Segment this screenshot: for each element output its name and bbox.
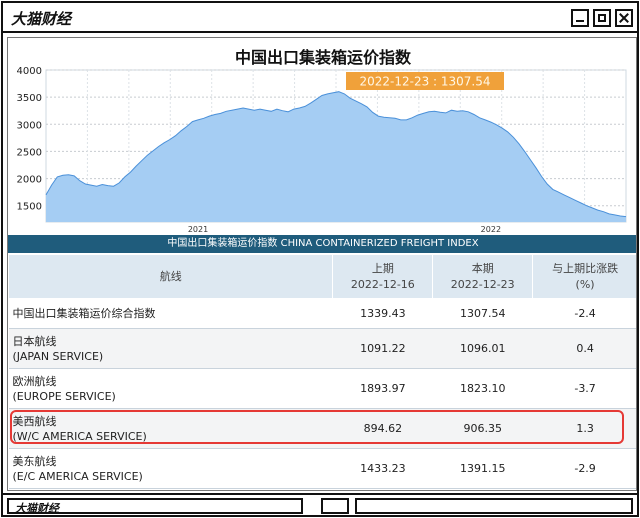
route-name-en: (JAPAN SERVICE) <box>12 349 104 363</box>
footer-bar: 大猫财经 <box>3 493 637 515</box>
freight-index-table: 航线 上期 2022-12-16 本期 2022-12-23 与上期比涨跌 (%… <box>8 254 636 489</box>
route-name-cn: 日本航线 <box>12 334 57 348</box>
prev-value: 1091.22 <box>332 328 433 369</box>
footer-box-right <box>355 498 633 514</box>
header-change-unit: (%) <box>575 277 595 291</box>
header-prev-date: 2022-12-16 <box>350 277 415 291</box>
curr-value: 1823.10 <box>432 368 533 409</box>
change-value: -2.4 <box>532 298 636 329</box>
y-tick-label: 2000 <box>17 175 42 186</box>
maximize-icon[interactable] <box>593 9 611 27</box>
window-frame: 大猫财经 中国出口集装箱运价指数 4000 3500 3000 2500 2000 150… <box>1 1 639 517</box>
footer-box-middle <box>321 498 349 514</box>
tooltip-text: 2022-12-23 : 1307.54 <box>359 75 490 89</box>
route-name-cn: 中国出口集装箱运价综合指数 <box>12 307 156 320</box>
table-header-row: 航线 上期 2022-12-16 本期 2022-12-23 与上期比涨跌 (%… <box>8 254 636 299</box>
curr-value: 1391.15 <box>432 448 533 489</box>
header-prev: 上期 2022-12-16 <box>332 254 434 299</box>
prev-value: 1339.43 <box>332 298 433 329</box>
table-row: 美东航线 (E/C AMERICA SERVICE) 1433.23 1391.… <box>8 448 636 489</box>
route-name-cn: 美西航线 <box>12 414 57 428</box>
curr-value: 1096.01 <box>432 328 533 369</box>
header-curr: 本期 2022-12-23 <box>432 254 534 299</box>
route-name: 中国出口集装箱运价综合指数 <box>8 298 333 329</box>
route-name-en: (E/C AMERICA SERVICE) <box>12 469 143 483</box>
route-name: 欧洲航线 (EUROPE SERVICE) <box>8 368 333 409</box>
prev-value: 1433.23 <box>332 448 433 489</box>
change-value: 0.4 <box>532 328 636 369</box>
route-name-cn: 美东航线 <box>12 454 57 468</box>
route-name-en: (EUROPE SERVICE) <box>12 389 116 403</box>
title-bar: 大猫财经 <box>3 3 637 33</box>
route-name-cn: 欧洲航线 <box>12 374 57 388</box>
curr-value: 906.35 <box>432 408 533 449</box>
route-name: 美西航线 (W/C AMERICA SERVICE) <box>8 408 333 449</box>
y-tick-label: 2500 <box>17 147 42 158</box>
minimize-icon[interactable] <box>571 9 589 27</box>
table-row: 日本航线 (JAPAN SERVICE) 1091.22 1096.01 0.4 <box>8 328 636 369</box>
y-tick-label: 3500 <box>17 93 42 104</box>
x-tick-label: 2022 <box>481 225 501 234</box>
brand-title: 大猫财经 <box>11 10 72 28</box>
table-row: 欧洲航线 (EUROPE SERVICE) 1893.97 1823.10 -3… <box>8 368 636 409</box>
change-value: 1.3 <box>532 408 636 449</box>
change-value: -2.9 <box>532 448 636 489</box>
header-prev-label: 上期 <box>371 261 394 275</box>
chart-title: 中国出口集装箱运价指数 <box>234 48 411 67</box>
content-panel: 中国出口集装箱运价指数 4000 3500 3000 2500 2000 1500 2021… <box>7 37 637 491</box>
route-name: 美东航线 (E/C AMERICA SERVICE) <box>8 448 333 489</box>
table-row: 中国出口集装箱运价综合指数 1339.43 1307.54 -2.4 <box>8 298 636 329</box>
freight-index-chart: 4000 3500 3000 2500 2000 1500 2021 2022 2022-12-… <box>17 66 627 234</box>
route-name-en: (W/C AMERICA SERVICE) <box>12 429 147 443</box>
change-value: -3.7 <box>532 368 636 409</box>
curr-value: 1307.54 <box>432 298 533 329</box>
y-tick-label: 1500 <box>17 202 42 213</box>
header-route: 航线 <box>8 254 334 299</box>
footer-brand: 大猫财经 <box>15 502 59 515</box>
index-banner: 中国出口集装箱运价指数 CHINA CONTAINERIZED FREIGHT … <box>8 235 636 253</box>
close-icon[interactable] <box>615 9 633 27</box>
table-row: 美西航线 (W/C AMERICA SERVICE) 894.62 906.35… <box>8 408 636 449</box>
header-change: 与上期比涨跌 (%) <box>532 254 636 299</box>
y-tick-label: 4000 <box>17 66 42 77</box>
header-curr-label: 本期 <box>471 261 494 275</box>
y-tick-label: 3000 <box>17 120 42 131</box>
x-tick-label: 2021 <box>188 225 208 234</box>
prev-value: 894.62 <box>332 408 433 449</box>
prev-value: 1893.97 <box>332 368 433 409</box>
header-change-label: 与上期比涨跌 <box>552 261 619 275</box>
header-curr-date: 2022-12-23 <box>450 277 515 291</box>
route-name: 日本航线 (JAPAN SERVICE) <box>8 328 333 369</box>
footer-box-left: 大猫财经 <box>7 498 303 515</box>
